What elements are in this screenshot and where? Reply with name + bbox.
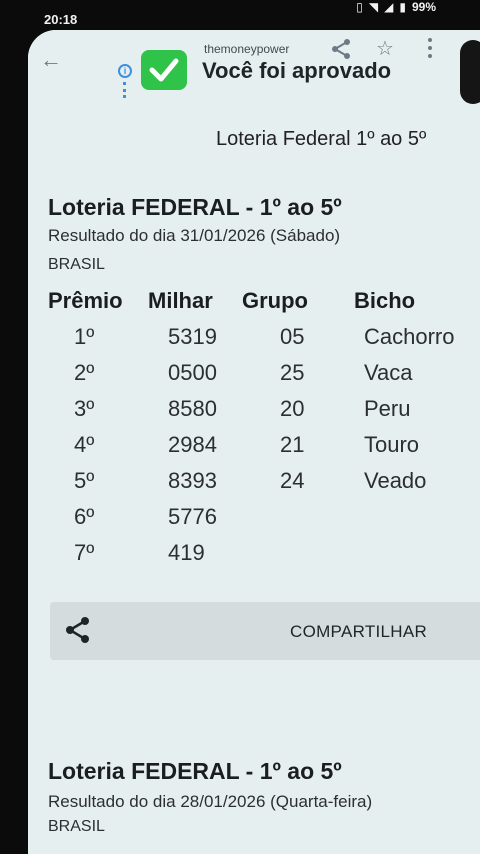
section-heading: Loteria Federal 1º ao 5º — [216, 128, 427, 150]
cell-premio: 7º — [74, 540, 95, 565]
cell-bicho: Peru — [364, 396, 411, 421]
result-country: BRASIL — [48, 818, 105, 835]
back-arrow-icon[interactable]: ← — [40, 48, 64, 72]
page-title: Você foi aprovado — [202, 58, 392, 83]
cell-premio: 5º — [74, 468, 95, 493]
share-icon — [64, 616, 92, 649]
cell-milhar: 8393 — [168, 468, 217, 493]
share-button-label: COMPARTILHAR — [290, 622, 428, 641]
app-bar: ← i themoneypower Você foi aprovado ☆ — [28, 30, 480, 106]
cell-milhar: 419 — [168, 540, 205, 565]
cell-grupo: 24 — [280, 468, 305, 493]
screen-edge-shadow — [460, 40, 480, 104]
status-bar: 20:18 ▯ ◥ ◢ ▮ 99% — [0, 0, 480, 34]
result-title: Loteria FEDERAL - 1º ao 5º — [48, 194, 342, 220]
cell-premio: 6º — [74, 504, 95, 529]
column-header-milhar: Milhar — [148, 288, 213, 313]
share-icon[interactable] — [330, 38, 352, 65]
cell-premio: 3º — [74, 396, 95, 421]
table-row: 3º 8580 20 Peru — [48, 396, 480, 432]
cell-milhar: 5319 — [168, 324, 217, 349]
app-screen: ← i themoneypower Você foi aprovado ☆ Lo… — [28, 30, 480, 854]
vibrate-icon: ▯ — [356, 0, 363, 14]
status-icons: ▯ ◥ ◢ ▮ 99% — [356, 0, 436, 14]
table-row: 7º 419 — [48, 540, 480, 576]
cell-milhar: 2984 — [168, 432, 217, 457]
cell-milhar: 0500 — [168, 360, 217, 385]
cell-grupo: 20 — [280, 396, 305, 421]
more-options-icon[interactable] — [428, 38, 432, 58]
table-row: 4º 2984 21 Touro — [48, 432, 480, 468]
signal-icon: ◢ — [384, 0, 394, 14]
cell-bicho: Cachorro — [364, 324, 455, 349]
cell-premio: 1º — [74, 324, 95, 349]
star-icon[interactable]: ☆ — [376, 36, 394, 61]
column-header-bicho: Bicho — [354, 288, 416, 313]
result-date: Resultado do dia 31/01/2026 (Sábado) — [48, 226, 341, 245]
wifi-icon: ◥ — [368, 0, 379, 14]
battery-percent: 99% — [411, 0, 436, 14]
result-date: Resultado do dia 28/01/2026 (Quarta-feir… — [48, 792, 373, 811]
column-header-premio: Prêmio — [48, 288, 123, 313]
phone-frame: 20:18 ▯ ◥ ◢ ▮ 99% ← i themoneypower Você… — [0, 0, 480, 854]
table-row: 5º 8393 24 Veado — [48, 468, 480, 504]
cell-milhar: 5776 — [168, 504, 217, 529]
table-row: 1º 5319 05 Cachorro — [48, 324, 480, 360]
checkmark-badge-icon — [141, 50, 187, 90]
cell-bicho: Touro — [364, 432, 420, 457]
cell-bicho: Veado — [364, 468, 427, 493]
status-time: 20:18 — [44, 12, 78, 27]
cell-bicho: Vaca — [364, 360, 413, 385]
share-button[interactable]: COMPARTILHAR — [50, 602, 480, 660]
cell-grupo: 21 — [280, 432, 305, 457]
cell-milhar: 8580 — [168, 396, 217, 421]
cell-premio: 4º — [74, 432, 95, 457]
info-icon[interactable]: i — [118, 64, 132, 78]
table-row: 6º 5776 — [48, 504, 480, 540]
battery-icon: ▮ — [399, 0, 406, 14]
cell-grupo: 05 — [280, 324, 305, 349]
vertical-dots-icon — [123, 82, 127, 98]
cell-premio: 2º — [74, 360, 95, 385]
site-name: themoneypower — [204, 42, 290, 56]
table-row: 2º 0500 25 Vaca — [48, 360, 480, 396]
result-country: BRASIL — [48, 256, 105, 273]
result-title: Loteria FEDERAL - 1º ao 5º — [48, 758, 342, 784]
cell-grupo: 25 — [280, 360, 305, 385]
column-header-grupo: Grupo — [242, 288, 308, 313]
